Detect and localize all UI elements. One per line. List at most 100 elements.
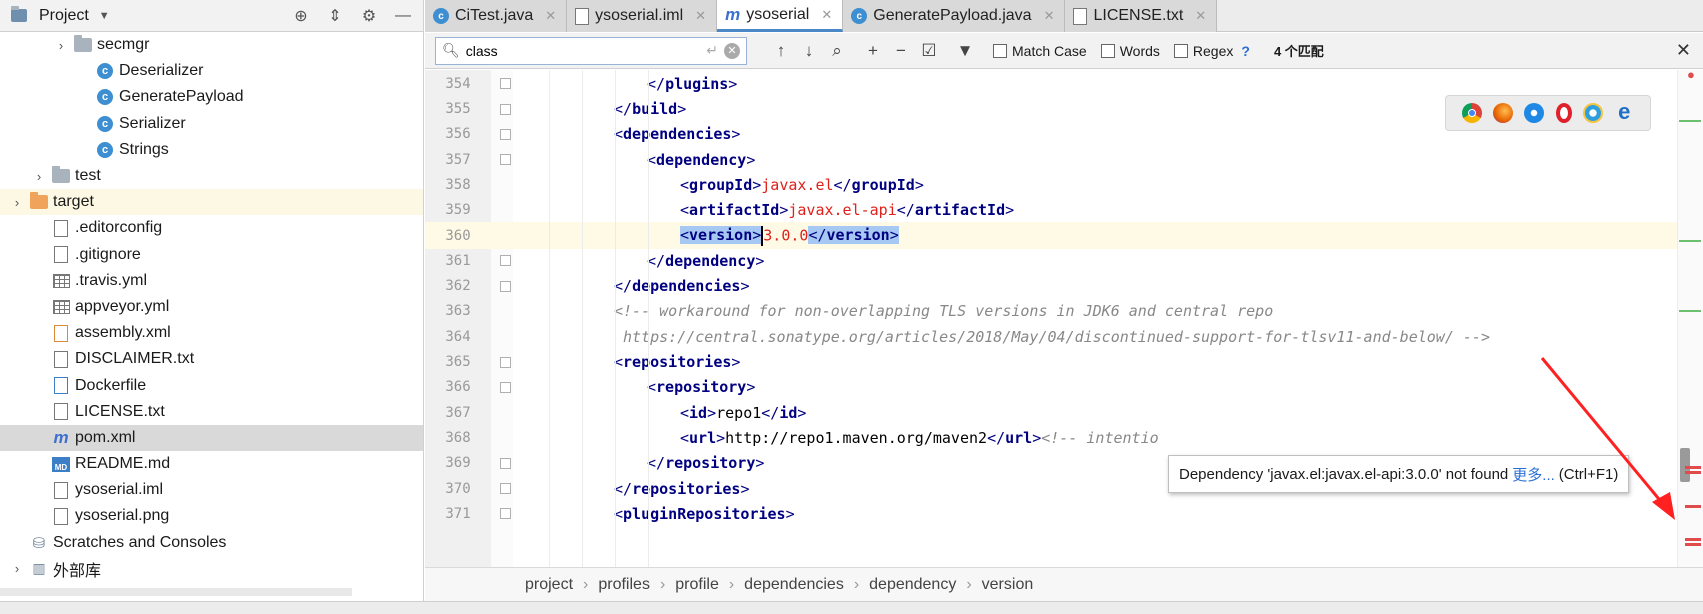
tree-item[interactable]: m pom.xml (0, 424, 423, 451)
error-stripe-mark[interactable] (1685, 543, 1701, 546)
tree-item[interactable]: MD README.md (0, 451, 423, 477)
tree-item[interactable]: assembly.xml (0, 320, 423, 346)
tree-item[interactable]: LICENSE.txt (0, 399, 423, 425)
tree-item[interactable]: .travis.yml (0, 268, 423, 294)
code-line[interactable]: 363 <!-- workaround for non-overlapping T… (425, 298, 1703, 326)
tree-item[interactable]: ysoserial.png (0, 503, 423, 529)
code-line[interactable]: 367 <id>repo1</id> (425, 399, 1703, 427)
error-stripe[interactable]: ● (1677, 67, 1703, 567)
close-tab-icon[interactable]: ✕ (821, 7, 832, 23)
error-stripe-mark[interactable] (1679, 120, 1701, 122)
fold-marker-icon[interactable] (500, 483, 511, 495)
error-stripe-mark[interactable] (1679, 310, 1701, 312)
tree-item[interactable]: › target (0, 189, 423, 216)
add-occurrence-icon[interactable]: + (859, 41, 887, 61)
error-stripe-mark[interactable] (1685, 538, 1701, 541)
words-checkbox[interactable]: Words (1100, 43, 1160, 59)
breadcrumb-item[interactable]: dependency (869, 576, 956, 594)
project-view-selector[interactable]: Project ▼ (10, 6, 110, 25)
match-case-checkbox[interactable]: Match Case (993, 43, 1087, 59)
filter-icon[interactable]: ▼ (951, 41, 979, 61)
code-line[interactable]: 362 </dependencies> (425, 272, 1703, 300)
fold-marker-icon[interactable] (500, 78, 511, 90)
code-line[interactable]: 366 <repository> (425, 374, 1703, 402)
breadcrumb-item[interactable]: dependencies (744, 576, 844, 594)
expand-arrow-icon[interactable]: › (54, 38, 68, 53)
locate-icon[interactable]: ⊕ (291, 6, 311, 26)
fold-marker-icon[interactable] (500, 280, 511, 292)
fold-marker-icon[interactable] (500, 128, 511, 140)
close-icon[interactable]: ✕ (1676, 40, 1691, 61)
breadcrumb-item[interactable]: profiles (598, 576, 650, 594)
tree-item[interactable]: › test (0, 163, 423, 189)
clear-search-icon[interactable]: ✕ (724, 42, 740, 59)
find-all-icon[interactable]: ⌕ (823, 41, 851, 61)
code-line[interactable]: 358 <groupId>javax.el</groupId> (425, 171, 1703, 199)
firefox-icon[interactable] (1492, 103, 1513, 123)
fold-marker-icon[interactable] (500, 103, 511, 115)
tree-item[interactable]: ysoserial.iml (0, 477, 423, 503)
fold-marker-icon[interactable] (500, 508, 511, 520)
breadcrumb-item[interactable]: project (525, 576, 573, 594)
code-line[interactable]: 354 </plugins> (425, 70, 1703, 98)
gear-icon[interactable]: ⚙ (359, 6, 379, 26)
breadcrumb-item[interactable]: profile (675, 576, 719, 594)
breadcrumb-item[interactable]: version (982, 576, 1034, 594)
tree-item[interactable]: .gitignore (0, 242, 423, 268)
error-stripe-mark[interactable] (1685, 505, 1701, 508)
tree-item[interactable]: DISCLAIMER.txt (0, 346, 423, 372)
code-line[interactable]: 365 <repositories> (425, 348, 1703, 376)
fold-marker-icon[interactable] (500, 255, 511, 267)
code-line[interactable]: 357 <dependency> (425, 146, 1703, 174)
regex-help-link[interactable]: ? (1241, 43, 1250, 59)
error-stripe-mark[interactable] (1685, 466, 1701, 469)
search-icon[interactable]: 🔍︎ (442, 42, 460, 59)
horizontal-scrollbar[interactable] (0, 588, 352, 596)
code-line[interactable]: 364 https://central.sonatype.org/article… (425, 323, 1703, 351)
code-line[interactable]: 359 <artifactId>javax.el-api</artifactId> (425, 197, 1703, 225)
minimize-icon[interactable]: — (393, 6, 413, 26)
internet-explorer-icon[interactable] (1582, 103, 1603, 123)
tree-item[interactable]: ⛁ Scratches and Consoles (0, 530, 423, 556)
chrome-icon[interactable] (1461, 103, 1482, 123)
tree-item[interactable]: › secmgr (0, 32, 423, 58)
regex-checkbox[interactable]: Regex (1173, 43, 1233, 59)
tree-item[interactable]: c Deserializer (0, 58, 423, 84)
editor-tab[interactable]: c GeneratePayload.java ✕ (843, 0, 1066, 32)
next-occurrence-icon[interactable]: ↓ (795, 41, 823, 61)
close-tab-icon[interactable]: ✕ (695, 8, 706, 24)
editor-tab[interactable]: LICENSE.txt ✕ (1065, 0, 1218, 32)
code-line[interactable]: 361 </dependency> (425, 247, 1703, 275)
scroll-thumb[interactable] (1680, 448, 1690, 482)
close-tab-icon[interactable]: ✕ (545, 8, 556, 24)
previous-occurrence-icon[interactable]: ↑ (767, 41, 795, 61)
editor-tab[interactable]: c CiTest.java ✕ (425, 0, 568, 32)
fold-marker-icon[interactable] (500, 457, 511, 469)
tree-item[interactable]: Dockerfile (0, 372, 423, 398)
fold-marker-icon[interactable] (500, 154, 511, 166)
tree-item[interactable]: c Strings (0, 137, 423, 163)
code-line[interactable]: 371 <pluginRepositories> (425, 500, 1703, 528)
collapse-all-icon[interactable]: ⇕ (325, 6, 345, 26)
code-line[interactable]: 360 <version> 3.0.0</version> (425, 221, 1703, 250)
select-all-occurrences-icon[interactable]: ☑ (915, 41, 943, 61)
safari-icon[interactable] (1524, 103, 1545, 123)
expand-arrow-icon[interactable]: › (10, 561, 24, 576)
fold-marker-icon[interactable] (500, 381, 511, 393)
opera-icon[interactable] (1555, 103, 1572, 123)
expand-arrow-icon[interactable]: › (10, 195, 24, 210)
editor-tab[interactable]: m ysoserial ✕ (717, 0, 844, 32)
search-input[interactable] (465, 42, 701, 59)
code-line[interactable]: 368 <url>http://repo1.maven.org/maven2</u… (425, 424, 1703, 452)
tree-item[interactable]: c GeneratePayload (0, 84, 423, 110)
tree-item[interactable]: c Serializer (0, 111, 423, 137)
close-tab-icon[interactable]: ✕ (1195, 8, 1206, 24)
editor-tab[interactable]: ysoserial.iml ✕ (567, 0, 718, 32)
expand-arrow-icon[interactable]: › (32, 169, 46, 184)
tree-item[interactable]: appveyor.yml (0, 294, 423, 320)
remove-occurrence-icon[interactable]: − (887, 41, 915, 61)
error-stripe-mark[interactable] (1679, 240, 1701, 242)
error-stripe-mark[interactable] (1685, 471, 1701, 474)
close-tab-icon[interactable]: ✕ (1044, 8, 1055, 24)
fold-marker-icon[interactable] (500, 356, 511, 368)
